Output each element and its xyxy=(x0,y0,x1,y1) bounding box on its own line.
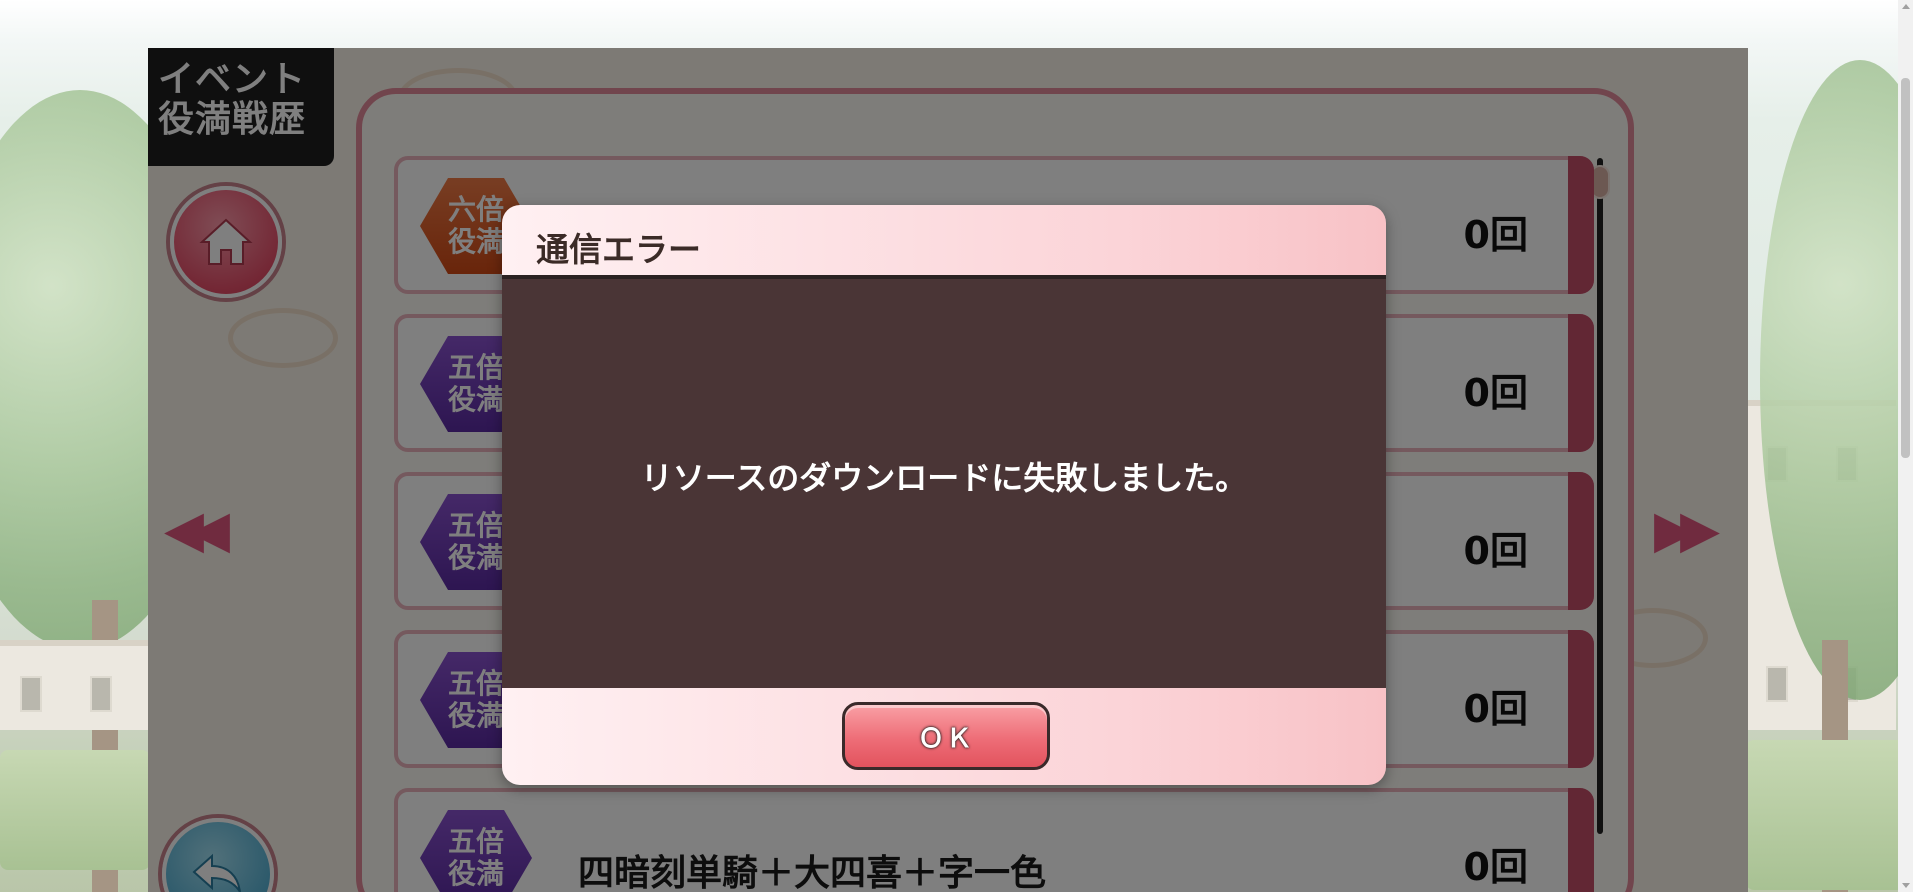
window xyxy=(90,676,112,712)
window xyxy=(1766,666,1788,702)
dialog-footer: ＯＫ xyxy=(502,688,1386,785)
scrollbar-thumb[interactable] xyxy=(1901,78,1910,458)
dialog-message: リソースのダウンロードに失敗しました。 xyxy=(640,459,1248,497)
scroll-up-arrow-icon[interactable] xyxy=(1902,4,1910,9)
error-dialog: 通信エラー リソースのダウンロードに失敗しました。 ＯＫ xyxy=(502,205,1386,785)
hedge-left xyxy=(0,750,150,870)
hedge-right xyxy=(1746,740,1906,890)
page-scrollbar[interactable] xyxy=(1898,0,1913,892)
ok-button[interactable]: ＯＫ xyxy=(842,702,1050,770)
building-left xyxy=(0,640,150,730)
dialog-header: 通信エラー xyxy=(502,205,1386,279)
dialog-title: 通信エラー xyxy=(536,230,701,269)
window xyxy=(20,676,42,712)
scroll-down-arrow-icon[interactable] xyxy=(1902,883,1910,888)
dialog-body: リソースのダウンロードに失敗しました。 xyxy=(502,279,1386,688)
